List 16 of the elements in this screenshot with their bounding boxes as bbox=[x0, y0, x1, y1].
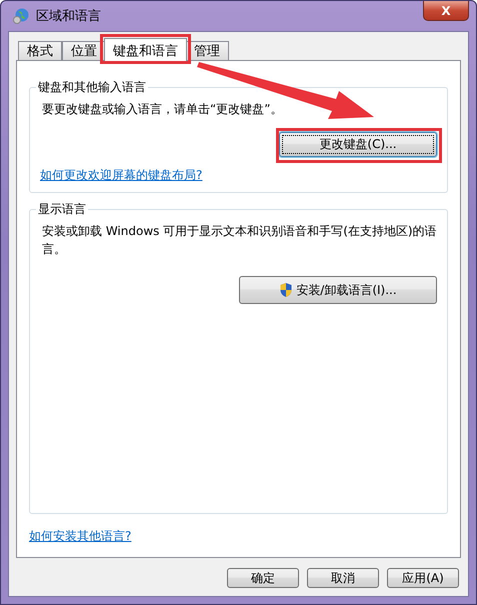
globe-icon bbox=[12, 7, 30, 25]
group-title: 键盘和其他输入语言 bbox=[37, 79, 147, 96]
keyboard-layout-link[interactable]: 如何更改欢迎屏幕的键盘布局? bbox=[40, 167, 202, 184]
tab[interactable]: 键盘和语言 bbox=[104, 38, 187, 62]
window-title: 区域和语言 bbox=[36, 8, 102, 25]
dialog-button[interactable]: 确定 bbox=[227, 568, 299, 588]
change-keyboard-button[interactable]: 更改键盘(C)... bbox=[279, 132, 437, 157]
install-language-button[interactable]: 安装/卸载语言(I)... bbox=[239, 276, 437, 304]
dialog-button[interactable]: 应用(A) bbox=[387, 568, 459, 588]
close-button[interactable]: X bbox=[423, 1, 469, 21]
instruction-text: 要更改键盘或输入语言，请单击“更改键盘”。 bbox=[42, 101, 284, 118]
tab[interactable]: 格式 bbox=[18, 41, 62, 61]
description-text: 安装或卸载 Windows 可用于显示文本和识别语音和手写(在支持地区)的语言。 bbox=[42, 223, 437, 258]
dialog-button[interactable]: 取消 bbox=[307, 568, 379, 588]
install-languages-link[interactable]: 如何安装其他语言? bbox=[29, 528, 132, 545]
group-title: 显示语言 bbox=[37, 201, 87, 218]
